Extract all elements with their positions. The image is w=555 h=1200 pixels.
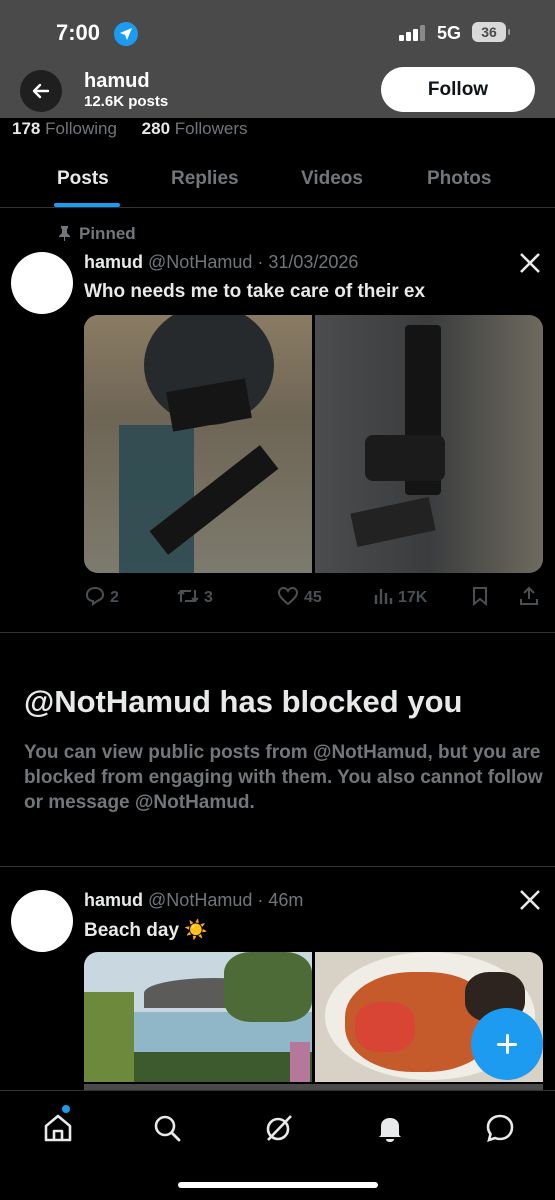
- avatar[interactable]: [11, 890, 73, 952]
- follow-stats: 178 Following 280 Followers: [12, 119, 268, 139]
- avatar[interactable]: [11, 252, 73, 314]
- signal-strength-icon: [399, 25, 429, 41]
- back-button[interactable]: [20, 70, 62, 112]
- search-icon[interactable]: [150, 1111, 184, 1145]
- views-count: 17K: [398, 589, 428, 606]
- network-type: 5G: [437, 23, 462, 43]
- author-handle[interactable]: @NotHamud: [148, 890, 252, 910]
- reply-button[interactable]: 2: [84, 585, 119, 607]
- like-button[interactable]: 45: [276, 585, 322, 607]
- post-actions: 2 3 45 17K: [0, 585, 555, 613]
- blocked-title: @NotHamud has blocked you: [24, 684, 463, 719]
- battery-icon: 36: [472, 22, 510, 42]
- location-arrow-icon: [114, 22, 138, 46]
- pin-icon: [59, 226, 70, 241]
- post-meta: hamud @NotHamud · 31/03/2026: [84, 252, 359, 272]
- divider: [0, 866, 555, 867]
- author-name[interactable]: hamud: [84, 890, 143, 910]
- following-link[interactable]: 178 Following: [12, 119, 127, 138]
- tab-posts[interactable]: Posts: [57, 168, 109, 190]
- divider: [0, 632, 555, 633]
- views-icon: [374, 589, 393, 604]
- status-time: 7:00: [56, 20, 101, 45]
- posts-count: 12.6K posts: [84, 93, 169, 110]
- home-icon[interactable]: [41, 1111, 75, 1145]
- x-logo-icon[interactable]: [519, 252, 541, 274]
- bookmark-icon: [473, 587, 487, 607]
- back-arrow-icon: [32, 83, 50, 99]
- followers-link[interactable]: 280 Followers: [142, 119, 258, 138]
- x-logo-icon[interactable]: [519, 889, 541, 911]
- post-time: 31/03/2026: [268, 252, 359, 272]
- active-tab-indicator: [54, 203, 120, 207]
- notification-dot: [62, 1105, 70, 1113]
- share-button[interactable]: [518, 585, 544, 607]
- reply-icon: [85, 586, 105, 606]
- author-handle[interactable]: @NotHamud: [148, 252, 252, 272]
- post-image[interactable]: [84, 952, 312, 1082]
- post-text: Beach day ☀️: [84, 920, 208, 941]
- follow-button[interactable]: Follow: [381, 67, 535, 112]
- share-icon: [520, 586, 538, 605]
- following-count: 178: [12, 119, 41, 138]
- grok-icon[interactable]: [262, 1111, 296, 1145]
- profile-tabs: Posts Replies Videos Photos: [0, 150, 555, 208]
- status-bar: 7:00 5G 36: [0, 0, 555, 66]
- post-time: 46m: [268, 890, 304, 910]
- post-media[interactable]: [84, 952, 543, 1092]
- repost-count: 3: [204, 589, 213, 606]
- messages-icon[interactable]: [483, 1111, 517, 1145]
- followers-count: 280: [141, 119, 171, 138]
- following-label: Following: [45, 119, 117, 138]
- post-text: Who needs me to take care of their ex: [84, 281, 426, 302]
- post-image[interactable]: [84, 315, 312, 573]
- post-meta: hamud @NotHamud · 46m: [84, 890, 304, 910]
- repost-icon: [177, 589, 199, 603]
- tab-photos[interactable]: Photos: [427, 168, 491, 190]
- tab-replies[interactable]: Replies: [171, 168, 239, 190]
- like-icon: [277, 586, 299, 606]
- bookmark-button[interactable]: [470, 585, 494, 607]
- post-media[interactable]: [84, 315, 543, 573]
- repost-button[interactable]: 3: [176, 585, 213, 607]
- author-name[interactable]: hamud: [84, 252, 143, 272]
- tab-videos[interactable]: Videos: [301, 168, 363, 190]
- notifications-icon[interactable]: [373, 1111, 407, 1145]
- home-indicator: [178, 1182, 378, 1188]
- post-image[interactable]: [315, 315, 543, 573]
- blocked-message: You can view public posts from @NotHamud…: [24, 742, 543, 813]
- pinned-indicator: Pinned: [58, 224, 136, 244]
- views-button[interactable]: 17K: [372, 585, 427, 607]
- compose-button[interactable]: [471, 1008, 543, 1080]
- pinned-label: Pinned: [79, 224, 136, 243]
- like-count: 45: [304, 589, 322, 606]
- profile-header: hamud 12.6K posts Follow: [0, 66, 555, 118]
- reply-count: 2: [110, 589, 119, 606]
- followers-label: Followers: [174, 119, 248, 138]
- profile-name: hamud: [84, 70, 150, 92]
